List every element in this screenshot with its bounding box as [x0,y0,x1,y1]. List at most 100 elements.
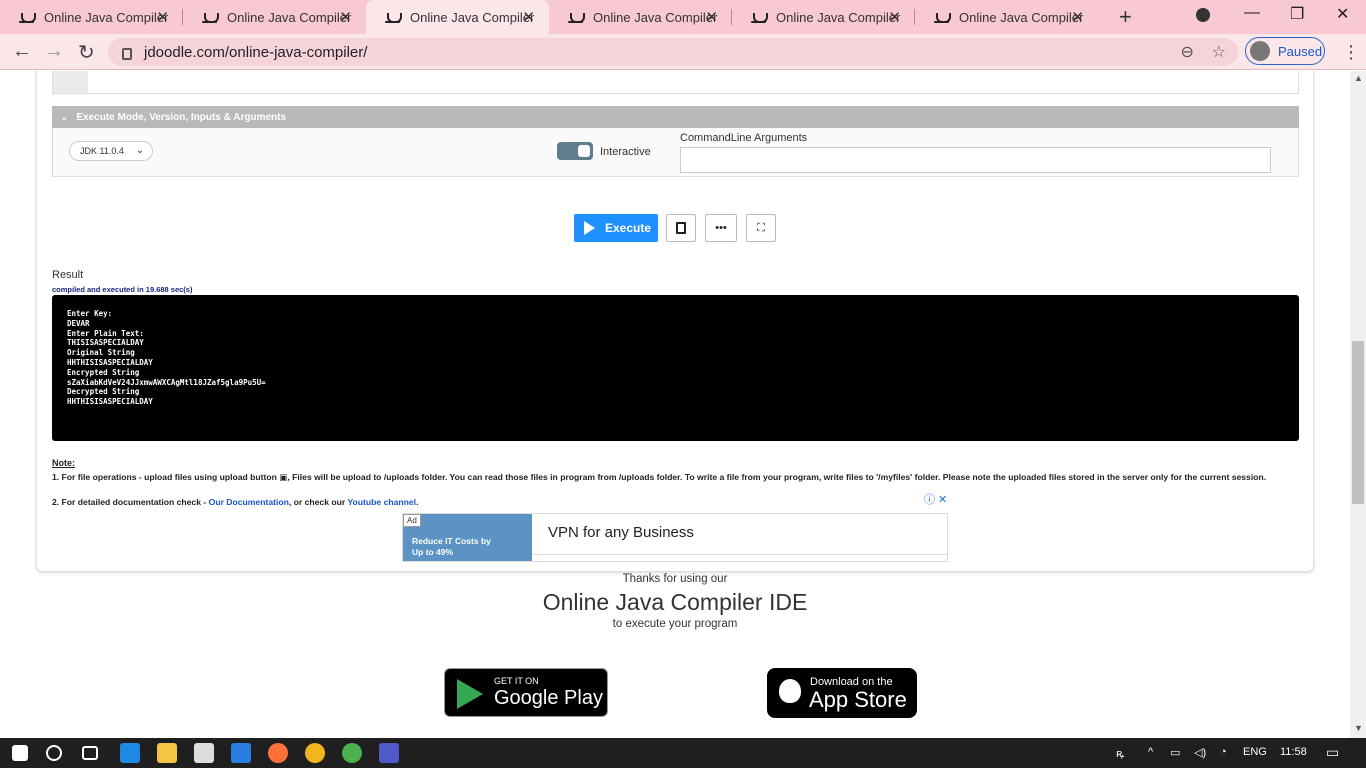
tab-search-icon[interactable] [1196,8,1210,22]
task-view-icon[interactable] [82,746,98,760]
ad-divider [532,554,947,555]
fullscreen-button[interactable]: ⛶ [746,214,776,242]
output-line: Enter Key: [67,309,113,318]
gplay-big-text: Google Play [494,687,603,709]
maximize-button[interactable]: ❐ [1290,4,1304,24]
chevron-up-icon[interactable]: ^ [1148,746,1153,758]
tab-title: Online Java Compiler - [959,9,1084,25]
thanks-text: Thanks for using our [622,573,728,585]
execute-options-title: Execute Mode, Version, Inputs & Argument… [76,111,287,123]
note-file-operations: 1. For file operations - upload files us… [52,472,1267,482]
fullscreen-icon: ⛶ [757,221,765,234]
more-dots-icon: ••• [715,222,727,234]
appstore-big-text: App Store [809,687,907,712]
profile-status: Paused [1278,43,1323,59]
browser-tab[interactable]: Online Java Compiler - ✕ [732,0,915,34]
tab-close-icon[interactable]: ✕ [339,8,352,26]
browser-toolbar: ← → ↻ jdoodle.com/online-java-compiler/ … [0,34,1366,70]
new-tab-button[interactable]: + [1119,4,1132,30]
back-arrow-icon[interactable]: ← [12,40,32,63]
tab-close-icon[interactable]: ✕ [888,8,901,26]
vpn-ad-banner[interactable]: Ad Reduce IT Costs by Up to 49% VPN for … [402,513,948,562]
ad-title: VPN for any Business [548,524,694,541]
notification-icon[interactable]: ▭ [1326,744,1339,761]
google-play-badge[interactable]: GET IT ON Google Play [444,668,608,717]
output-line: DEVAR [67,318,90,328]
browser-menu-icon[interactable]: ⋮ [1342,42,1360,63]
output-line: HHTHISISASPECIALDAY [67,397,153,407]
minimize-button[interactable]: — [1244,4,1260,22]
result-label: Result [52,269,84,281]
mail-icon[interactable] [231,743,251,763]
lock-icon [122,48,132,60]
tab-close-icon[interactable]: ✕ [156,8,169,26]
scrollbar-thumb[interactable] [1352,341,1364,504]
window-close-button[interactable]: ✕ [1336,4,1349,24]
tab-title: Online Java Compiler - [410,9,535,25]
tab-title: Online Java Compiler - [44,9,169,25]
tab-title: Online Java Compiler - [227,9,352,25]
page-scrollbar[interactable]: ▲ ▼ [1350,71,1366,738]
scroll-up-icon[interactable]: ▲ [1354,73,1363,83]
editor-gutter [53,71,88,93]
tab-strip: Online Java Compiler - ✕ Online Java Com… [0,0,1366,34]
tab-close-icon[interactable]: ✕ [705,8,718,26]
teams-icon[interactable] [379,743,399,763]
browser-tab[interactable]: Online Java Compiler - ✕ [0,0,183,34]
youtube-link[interactable]: Youtube channel [347,497,416,507]
browser-tab[interactable]: Online Java Compiler - ✕ [915,0,1098,34]
browser-tab[interactable]: Online Java Compiler - ✕ [549,0,732,34]
code-editor[interactable] [52,71,1299,94]
execute-button[interactable]: Execute [574,214,658,242]
jdoodle-favicon-icon [384,9,402,25]
windows-start-icon[interactable] [12,745,28,761]
output-terminal[interactable]: Enter Key: DEVAR Enter Plain Text: THISI… [52,295,1299,441]
promo-title: Online Java Compiler IDE [542,589,808,615]
upload-file-button[interactable] [666,214,696,242]
browser-tab-active[interactable]: Online Java Compiler - ✕ [366,0,549,34]
scroll-down-icon[interactable]: ▼ [1354,723,1363,733]
firefox-icon[interactable] [268,743,288,763]
language-indicator[interactable]: ENG [1243,746,1267,758]
people-icon[interactable]: ꝶ [1116,746,1124,761]
edge-icon[interactable] [120,743,140,763]
output-line: Encrypted String [67,367,140,377]
file-explorer-icon[interactable] [157,743,177,763]
browser-tab[interactable]: Online Java Compiler - ✕ [183,0,366,34]
store-icon[interactable] [194,743,214,763]
wifi-icon[interactable]: ◔ [1220,746,1227,758]
brave-icon[interactable] [305,743,325,763]
avatar [1250,41,1270,61]
more-options-button[interactable]: ••• [705,214,737,242]
execute-options-header[interactable]: ⌄ Execute Mode, Version, Inputs & Argume… [52,106,1299,128]
documentation-link[interactable]: Our Documentation [209,497,289,507]
battery-icon[interactable]: ▭ [1170,746,1180,759]
app-store-badge[interactable]: Download on the App Store [767,668,917,718]
address-bar[interactable]: jdoodle.com/online-java-compiler/ ⊖ ☆ [108,38,1238,66]
apple-icon [779,679,801,703]
interactive-toggle[interactable] [557,142,593,160]
forward-arrow-icon[interactable]: → [44,40,64,63]
note-documentation: 2. For detailed documentation check - Ou… [52,497,418,507]
jdk-version-select[interactable]: JDK 11.0.4 ⌄ [69,141,153,161]
tab-close-icon[interactable]: ✕ [1071,8,1084,26]
chrome-icon[interactable] [342,743,362,763]
tab-title: Online Java Compiler - [776,9,901,25]
note-text: . [416,497,419,507]
tab-title: Online Java Compiler - [593,9,718,25]
execute-label: Execute [605,221,652,235]
jdoodle-favicon-icon [201,9,219,25]
tab-close-icon[interactable]: ✕ [522,8,535,26]
reload-icon[interactable]: ↻ [78,40,95,65]
jdk-version-value: JDK 11.0.4 [80,146,124,156]
profile-button[interactable]: Paused [1245,37,1325,65]
search-icon[interactable] [46,745,62,761]
volume-icon[interactable]: ◁) [1194,746,1206,759]
toggle-knob [578,145,590,157]
cmd-args-input[interactable] [680,147,1271,173]
output-line: HHTHISISASPECIALDAY [67,357,153,367]
clock[interactable]: 11:58 [1280,746,1307,758]
ad-image-text: Reduce IT Costs by Up to 49% [412,536,491,557]
zoom-icon[interactable]: ⊖ ☆ [1180,42,1226,62]
ad-choices-close-icon[interactable]: ⓘ ✕ [924,491,947,507]
